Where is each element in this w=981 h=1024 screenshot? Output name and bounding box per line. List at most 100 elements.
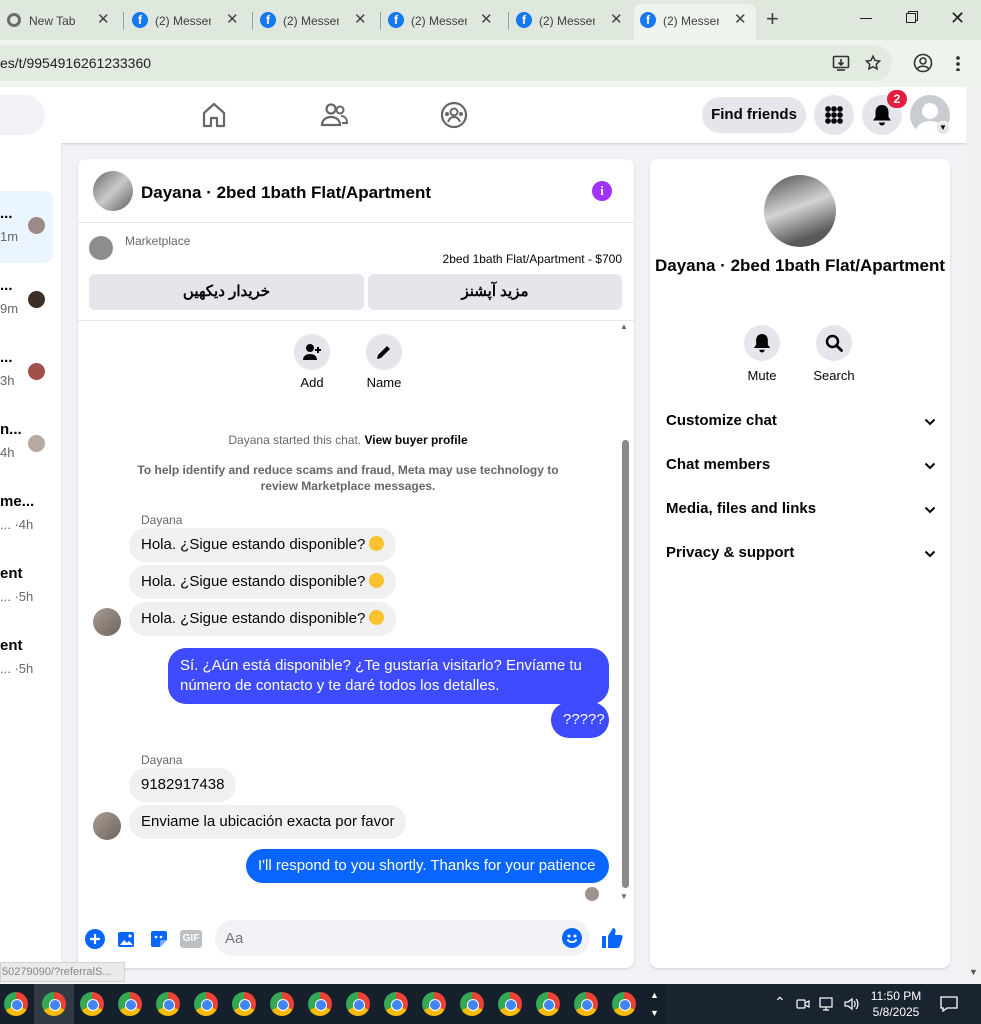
scroll-down-arrow-icon[interactable]: ▼ [969,967,978,977]
scroll-up-arrow-icon[interactable]: ▲ [620,322,628,331]
incoming-message[interactable]: Hola. ¿Sigue estando disponible? [129,602,397,636]
browser-tab-messenger-active[interactable]: f (2) Messenger ✕ [634,4,756,40]
page-scrollbar[interactable]: ▼ [966,87,981,980]
incoming-message[interactable]: Hola. ¿Sigue estando disponible? [129,565,397,599]
chrome-taskbar-icon[interactable] [384,992,408,1016]
conversation-item[interactable]: ent ... ·5h [0,551,53,623]
sender-avatar[interactable] [93,812,121,840]
conversation-item[interactable]: ... 1m [0,191,53,263]
chrome-taskbar-icon[interactable] [422,992,446,1016]
emoji-icon[interactable] [562,928,582,948]
new-tab-button[interactable]: + [766,6,779,32]
menu-button[interactable] [814,95,854,135]
chrome-taskbar-icon[interactable] [80,992,104,1016]
close-window-button[interactable]: ✕ [950,8,965,29]
chrome-taskbar-icon[interactable] [118,992,142,1016]
chrome-taskbar-icon[interactable] [536,992,560,1016]
restore-window-button[interactable] [906,13,916,23]
search-in-chat-button[interactable]: Search [804,325,864,383]
plus-circle-icon[interactable] [85,929,105,949]
gif-icon[interactable]: GIF [180,930,202,948]
action-center-icon[interactable] [940,996,958,1012]
outgoing-message[interactable]: ????? [551,702,609,738]
sticker-icon[interactable] [149,929,169,949]
chrome-taskbar-icon[interactable] [194,992,218,1016]
browser-menu-icon[interactable] [956,55,960,71]
groups-icon[interactable] [439,100,469,130]
close-tab-icon[interactable]: ✕ [480,10,493,28]
add-people-button[interactable]: Add [282,334,342,390]
profile-account-icon[interactable] [913,53,933,73]
outgoing-message[interactable]: Sí. ¿Aún está disponible? ¿Te gustaría v… [168,648,609,704]
more-options-button[interactable]: مزید آپشنز [368,274,622,310]
conversation-item[interactable]: ... 3h [0,335,53,407]
incoming-message[interactable]: Hola. ¿Sigue estando disponible? [129,528,397,562]
close-tab-icon[interactable]: ✕ [226,10,239,28]
incoming-message[interactable]: 9182917438 [129,768,237,802]
taskbar-scroll-arrows-icon[interactable]: ▲ ▼ [650,986,659,1022]
browser-tab-messenger[interactable]: f (2) Messenger ✕ [510,6,634,36]
photo-icon[interactable] [117,929,137,949]
chrome-taskbar-icon[interactable] [42,992,66,1016]
message-thread[interactable]: Add Name Dayana started this chat. View … [78,322,634,904]
system-clock[interactable]: 11:50 PM 5/8/2025 [862,988,930,1020]
volume-icon[interactable] [843,996,859,1012]
meet-now-icon[interactable] [796,997,810,1011]
privacy-support-section[interactable]: Privacy & support [666,544,936,568]
browser-tab-messenger[interactable]: f (2) Messenger ✕ [254,6,378,36]
address-bar[interactable]: es/t/9954916261233360 [0,45,892,81]
chrome-taskbar-icon[interactable] [308,992,332,1016]
show-hidden-icons-icon[interactable]: ⌃ [774,994,786,1011]
account-chevron-icon[interactable]: ▼ [936,121,950,135]
media-files-links-section[interactable]: Media, files and links [666,500,936,524]
chrome-taskbar-icon[interactable] [574,992,598,1016]
listing-thumbnail[interactable] [89,236,113,260]
chat-members-section[interactable]: Chat members [666,456,936,480]
chrome-taskbar-icon[interactable] [612,992,636,1016]
bookmark-star-icon[interactable] [864,54,882,72]
browser-tab-messenger[interactable]: f (2) Messenger ✕ [126,6,250,36]
incoming-message[interactable]: Enviame la ubicación exacta por favor [129,805,407,839]
view-buyer-button[interactable]: خریدار دیکھیں [89,274,364,310]
chrome-taskbar-icon[interactable] [4,992,28,1016]
home-icon[interactable] [199,100,229,130]
chrome-taskbar-icon[interactable] [156,992,180,1016]
thumbs-up-icon[interactable] [600,926,624,950]
chrome-taskbar-icon[interactable] [460,992,484,1016]
install-app-icon[interactable] [832,54,850,72]
close-tab-icon[interactable]: ✕ [610,10,623,28]
info-icon[interactable]: i [592,181,612,201]
browser-tab-new-tab[interactable]: New Tab ✕ [0,6,120,36]
thread-scrollbar[interactable]: ▲ ▼ [620,322,630,904]
conversation-item[interactable]: n... 4h [0,407,53,479]
facebook-search-box[interactable] [0,95,45,135]
conversation-item[interactable]: ... 9m [0,263,53,335]
close-tab-icon[interactable]: ✕ [354,10,367,28]
edit-name-button[interactable]: Name [354,334,414,390]
scroll-down-arrow-icon[interactable]: ▼ [620,892,628,901]
close-tab-icon[interactable]: ✕ [97,10,110,28]
find-friends-button[interactable]: Find friends [702,97,806,133]
chrome-taskbar-icon[interactable] [270,992,294,1016]
chat-title[interactable]: Dayana · 2bed 1bath Flat/Apartment [141,183,431,203]
view-buyer-profile-link[interactable]: View buyer profile [364,433,467,447]
chrome-taskbar-icon[interactable] [232,992,256,1016]
thread-scroll-thumb[interactable] [622,440,629,888]
message-input[interactable] [215,920,590,956]
network-icon[interactable] [819,996,835,1012]
outgoing-message[interactable]: I'll respond to you shortly. Thanks for … [246,849,609,883]
chat-avatar[interactable] [93,171,133,211]
listing-title-price[interactable]: 2bed 1bath Flat/Apartment - $700 [443,252,622,266]
chrome-taskbar-icon[interactable] [498,992,522,1016]
friends-icon[interactable] [319,100,349,130]
conversation-item[interactable]: ent ... ·5h [0,623,53,695]
chrome-taskbar-icon[interactable] [346,992,370,1016]
mute-button[interactable]: Mute [732,325,792,383]
browser-tab-messenger[interactable]: f (2) Messenger ✕ [382,6,506,36]
customize-chat-section[interactable]: Customize chat [666,412,936,436]
conversation-item[interactable]: me... ... ·4h [0,479,53,551]
close-tab-icon[interactable]: ✕ [734,10,747,28]
sender-avatar[interactable] [93,608,121,636]
profile-avatar[interactable] [764,175,836,247]
minimize-window-button[interactable] [860,18,872,19]
